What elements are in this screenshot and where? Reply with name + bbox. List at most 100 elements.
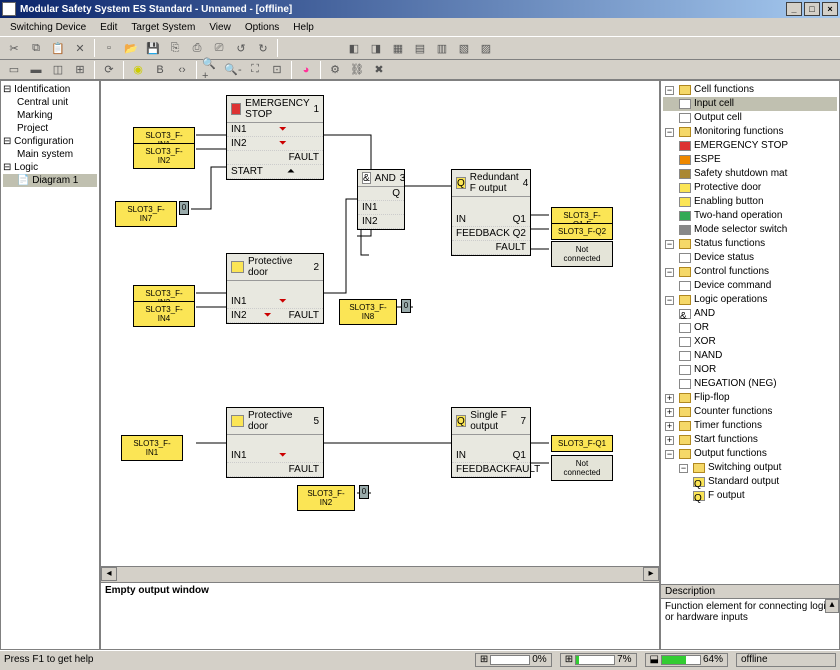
open-icon[interactable]: 📂 <box>121 38 141 58</box>
lib-enabling-button[interactable]: Enabling button <box>663 195 837 209</box>
lib-device-command[interactable]: Device command <box>663 279 837 293</box>
block-protective-door-2[interactable]: Protective door2 IN1⏷ IN2⏷FAULT <box>226 253 324 324</box>
lib-two-hand[interactable]: Two-hand operation <box>663 209 837 223</box>
bc-icon[interactable]: B <box>150 60 170 80</box>
lib-device-status[interactable]: Device status <box>663 251 837 265</box>
scroll-left-icon[interactable]: ◂ <box>101 567 117 581</box>
lib-protective-door[interactable]: Protective door <box>663 181 837 195</box>
lib-shutdown-mat[interactable]: Safety shutdown mat <box>663 167 837 181</box>
tag-slot3-fq2[interactable]: SLOT3_F-Q2 <box>551 223 613 240</box>
lib-status[interactable]: −Status functions <box>663 237 837 251</box>
tool-a-icon[interactable]: ◧ <box>344 38 364 58</box>
color-icon[interactable]: ◕ <box>296 60 316 80</box>
tag-slot3-fq1[interactable]: SLOT3_F-Q1 <box>551 435 613 452</box>
view1-icon[interactable]: ▭ <box>4 60 24 80</box>
tree-central-unit[interactable]: Central unit <box>3 96 97 109</box>
block-protective-door-5[interactable]: Protective door5 IN1⏷ FAULT <box>226 407 324 478</box>
scroll-right-icon[interactable]: ▸ <box>643 567 659 581</box>
lib-flipflop[interactable]: +Flip-flop <box>663 391 837 405</box>
tree-project[interactable]: Project <box>3 122 97 135</box>
lib-xor[interactable]: XOR <box>663 335 837 349</box>
menu-edit[interactable]: Edit <box>94 20 123 35</box>
pin-in7[interactable]: 0 <box>179 201 189 215</box>
view4-icon[interactable]: ⊞ <box>70 60 90 80</box>
tag-lower-fin1[interactable]: SLOT3_F-IN1 <box>121 435 183 461</box>
tool2c-icon[interactable]: ✖ <box>369 60 389 80</box>
menu-target-system[interactable]: Target System <box>125 20 201 35</box>
diagram-canvas[interactable]: SLOT3_F-IN1 SLOT3_F-IN2 SLOT3_F-IN7 0 EM… <box>101 81 659 566</box>
menu-switching-device[interactable]: Switching Device <box>4 20 92 35</box>
minimize-button[interactable]: _ <box>786 2 802 16</box>
lib-input-cell[interactable]: Input cell <box>663 97 837 111</box>
menu-options[interactable]: Options <box>239 20 285 35</box>
tag-lower-fin2[interactable]: SLOT3_F-IN2 <box>297 485 355 511</box>
lib-or[interactable]: OR <box>663 321 837 335</box>
tree-configuration[interactable]: ⊟ Configuration <box>3 135 97 148</box>
lib-and[interactable]: &AND <box>663 307 837 321</box>
view2-icon[interactable]: ▬ <box>26 60 46 80</box>
canvas-hscroll[interactable]: ◂ ▸ <box>101 566 659 582</box>
tree-identification[interactable]: ⊟ Identification <box>3 83 97 96</box>
menu-view[interactable]: View <box>203 20 237 35</box>
pin-lower[interactable]: 0 <box>359 485 369 499</box>
desc-up-button[interactable]: ▴ <box>825 599 839 613</box>
zoomout-icon[interactable]: 🔍- <box>223 60 243 80</box>
tool-c-icon[interactable]: ▦ <box>388 38 408 58</box>
tool2a-icon[interactable]: ⚙ <box>325 60 345 80</box>
lib-nand[interactable]: NAND <box>663 349 837 363</box>
zoom100-icon[interactable]: ⊡ <box>267 60 287 80</box>
tool-d-icon[interactable]: ▤ <box>410 38 430 58</box>
refresh-icon[interactable]: ⟳ <box>99 60 119 80</box>
tree-marking[interactable]: Marking <box>3 109 97 122</box>
tool-b-icon[interactable]: ◨ <box>366 38 386 58</box>
cut-icon[interactable]: ✂ <box>4 38 24 58</box>
view3-icon[interactable]: ◫ <box>48 60 68 80</box>
lib-espe[interactable]: ESPE <box>663 153 837 167</box>
maximize-button[interactable]: □ <box>804 2 820 16</box>
printprev-icon[interactable]: ⎚ <box>209 38 229 58</box>
lib-standard-output[interactable]: QStandard output <box>663 475 837 489</box>
lib-switching-output[interactable]: −Switching output <box>663 461 837 475</box>
menu-help[interactable]: Help <box>287 20 320 35</box>
lib-control[interactable]: −Control functions <box>663 265 837 279</box>
tool2b-icon[interactable]: ⛓ <box>347 60 367 80</box>
lib-output[interactable]: −Output functions <box>663 447 837 461</box>
tag-slot3-fin7[interactable]: SLOT3_F-IN7 <box>115 201 177 227</box>
pin-in8[interactable]: 0 <box>401 299 411 313</box>
tag-slot3-fin2[interactable]: SLOT3_F-IN2 <box>133 143 195 169</box>
lib-counter[interactable]: +Counter functions <box>663 405 837 419</box>
lib-estop[interactable]: EMERGENCY STOP <box>663 139 837 153</box>
delete-icon[interactable]: ✕ <box>70 38 90 58</box>
tool-g-icon[interactable]: ▨ <box>476 38 496 58</box>
tree-main-system[interactable]: Main system <box>3 148 97 161</box>
saveall-icon[interactable]: ⎘ <box>165 38 185 58</box>
lib-mode-selector[interactable]: Mode selector switch <box>663 223 837 237</box>
block-and[interactable]: &AND3 Q IN1 IN2 <box>357 169 405 230</box>
block-single-foutput[interactable]: QSingle F output7 INQ1 FEEDBACKFAULT <box>451 407 531 478</box>
lib-logic[interactable]: −Logic operations <box>663 293 837 307</box>
arrow-icon[interactable]: ‹› <box>172 60 192 80</box>
zoomin-icon[interactable]: 🔍+ <box>201 60 221 80</box>
block-emergency-stop[interactable]: EMERGENCY STOP1 IN1⏷ IN2⏷ FAULT START⏶ <box>226 95 324 180</box>
lib-output-cell[interactable]: Output cell <box>663 111 837 125</box>
tree-logic[interactable]: ⊟ Logic <box>3 161 97 174</box>
new-icon[interactable]: ▫ <box>99 38 119 58</box>
lib-nor[interactable]: NOR <box>663 363 837 377</box>
zoomfit-icon[interactable]: ⛶ <box>245 60 265 80</box>
lib-f-output[interactable]: QF output <box>663 489 837 503</box>
redo-icon[interactable]: ↻ <box>253 38 273 58</box>
block-redundant-foutput[interactable]: QRedundant F output4 INQ1 FEEDBACKQ2 FAU… <box>451 169 531 256</box>
tool-e-icon[interactable]: ▥ <box>432 38 452 58</box>
tool-f-icon[interactable]: ▧ <box>454 38 474 58</box>
copy-icon[interactable]: ⧉ <box>26 38 46 58</box>
bulb-icon[interactable]: ◉ <box>128 60 148 80</box>
tag-notconnected-2[interactable]: Not connected <box>551 455 613 481</box>
print-icon[interactable]: ⎙ <box>187 38 207 58</box>
tag-slot3-fin4[interactable]: SLOT3_F-IN4 <box>133 301 195 327</box>
lib-timer[interactable]: +Timer functions <box>663 419 837 433</box>
save-icon[interactable]: 💾 <box>143 38 163 58</box>
tree-diagram1[interactable]: 📄 Diagram 1 <box>3 174 97 187</box>
lib-neg[interactable]: NEGATION (NEG) <box>663 377 837 391</box>
lib-monitoring[interactable]: −Monitoring functions <box>663 125 837 139</box>
close-button[interactable]: × <box>822 2 838 16</box>
